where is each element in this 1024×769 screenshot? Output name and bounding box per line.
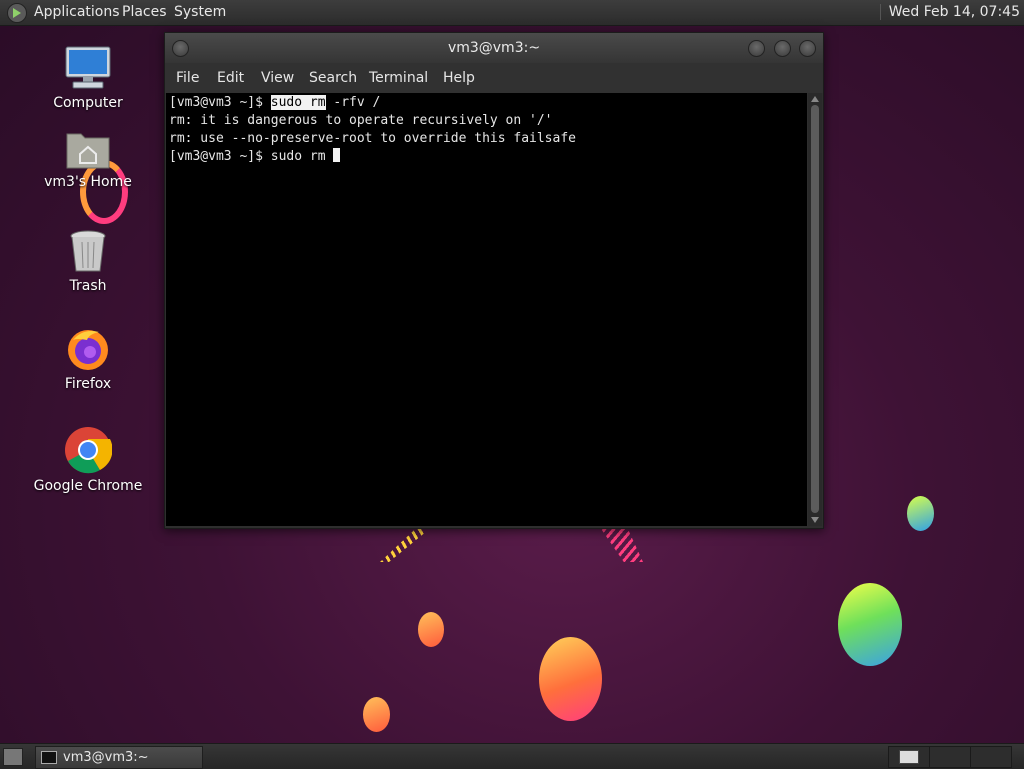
wallpaper-bubble (907, 496, 934, 531)
terminal-icon (41, 751, 57, 764)
terminal-line: [vm3@vm3 ~]$ sudo rm -rfv / (169, 95, 381, 110)
chrome-icon (65, 427, 112, 474)
scroll-up-icon[interactable] (811, 96, 819, 102)
workspace-2[interactable] (929, 746, 971, 768)
menu-edit[interactable]: Edit (217, 70, 244, 86)
window-titlebar[interactable]: vm3@vm3:~ (165, 33, 823, 63)
bottom-panel: vm3@vm3:~ (0, 743, 1024, 769)
wallpaper-bubble (539, 637, 602, 721)
home-folder-icon (66, 133, 110, 169)
desktop-icon-label: vm3's Home (44, 174, 132, 190)
desktop-icon-computer[interactable]: Computer (33, 45, 143, 111)
menu-file[interactable]: File (176, 70, 199, 86)
distro-logo-icon[interactable] (7, 3, 27, 23)
wallpaper-bubble (838, 583, 902, 666)
window-title: vm3@vm3:~ (447, 40, 541, 56)
desktop-icon-label: Computer (53, 95, 123, 111)
wallpaper-bubble (418, 612, 444, 647)
text-cursor (333, 148, 341, 162)
close-button[interactable] (799, 40, 816, 57)
desktop-icon-firefox[interactable]: Firefox (33, 326, 143, 392)
workspace-1[interactable] (888, 746, 930, 768)
system-menu[interactable]: System (174, 4, 226, 20)
desktop-icon-trash[interactable]: Trash (33, 228, 143, 294)
terminal-line: rm: it is dangerous to operate recursive… (169, 113, 553, 128)
trash-icon (70, 230, 106, 272)
terminal-menubar: File Edit View Search Terminal Help (165, 63, 823, 93)
scroll-down-icon[interactable] (811, 517, 819, 523)
terminal-window[interactable]: vm3@vm3:~ File Edit View Search Terminal… (164, 32, 824, 529)
scrollbar-thumb[interactable] (811, 105, 819, 513)
desktop-icon-chrome[interactable]: Google Chrome (33, 426, 143, 494)
top-panel: Applications Places System Wed Feb 14, 0… (0, 0, 1024, 26)
selected-text: sudo rm (270, 95, 326, 110)
minimize-button[interactable] (748, 40, 765, 57)
desktop-icon-label: Trash (69, 278, 107, 294)
terminal-line: [vm3@vm3 ~]$ sudo rm (169, 148, 341, 166)
maximize-button[interactable] (774, 40, 791, 57)
show-desktop-button[interactable] (3, 748, 23, 766)
window-menu-icon[interactable] (172, 40, 189, 57)
menu-view[interactable]: View (261, 70, 294, 86)
desktop-icon-home[interactable]: vm3's Home (33, 128, 143, 190)
terminal-scrollbar[interactable] (808, 93, 822, 526)
clock[interactable]: Wed Feb 14, 07:45 (879, 4, 1020, 20)
places-menu[interactable]: Places (122, 4, 167, 20)
terminal-line: rm: use --no-preserve-root to override t… (169, 131, 576, 146)
wallpaper-bubble (363, 697, 390, 732)
firefox-icon (68, 330, 108, 370)
taskbar-label: vm3@vm3:~ (63, 750, 149, 765)
applications-menu[interactable]: Applications (34, 4, 120, 20)
menu-search[interactable]: Search (309, 70, 357, 86)
workspace-3[interactable] (970, 746, 1012, 768)
desktop-icon-label: Google Chrome (33, 478, 143, 494)
terminal-output[interactable]: [vm3@vm3 ~]$ sudo rm -rfv / rm: it is da… (166, 93, 807, 526)
menu-terminal[interactable]: Terminal (369, 70, 428, 86)
computer-icon (65, 46, 111, 89)
desktop-icon-label: Firefox (64, 376, 112, 392)
taskbar-terminal-button[interactable]: vm3@vm3:~ (35, 746, 203, 769)
menu-help[interactable]: Help (443, 70, 475, 86)
